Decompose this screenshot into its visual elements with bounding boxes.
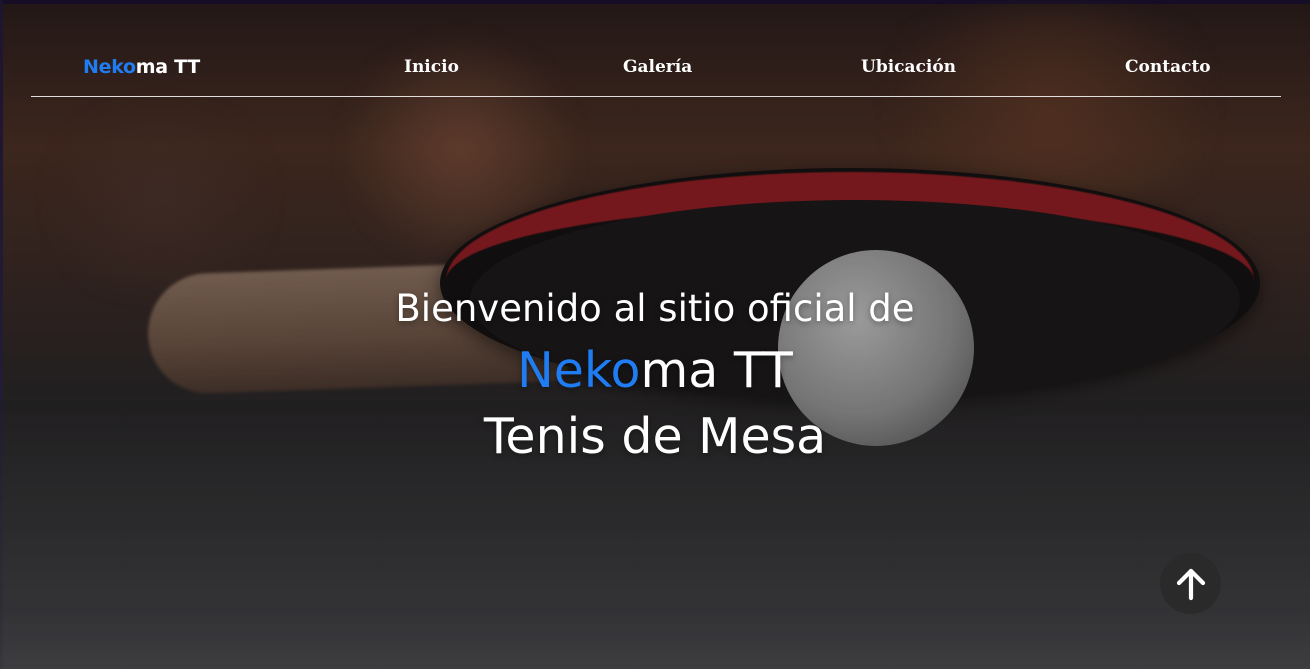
brand-logo[interactable]: Nekoma TT: [83, 56, 200, 78]
nav-link-ubicacion[interactable]: Ubicación: [861, 57, 956, 77]
brand-rest-text: ma TT: [135, 56, 200, 78]
nav-link-galeria[interactable]: Galería: [623, 57, 692, 77]
hero-club-name: Nekoma TT: [0, 338, 1310, 404]
brand-accent-text: Neko: [83, 56, 136, 78]
nav-link-inicio[interactable]: Inicio: [404, 57, 459, 77]
hero-section: Nekoma TT Inicio Galería Ubicación Conta…: [0, 0, 1310, 669]
hero-club-name-accent: Neko: [517, 342, 641, 399]
nav-link-contacto[interactable]: Contacto: [1125, 57, 1211, 77]
hero-club-name-rest: ma TT: [640, 342, 793, 399]
navbar: Nekoma TT Inicio Galería Ubicación Conta…: [31, 40, 1281, 97]
hero-subtitle: Tenis de Mesa: [483, 408, 827, 465]
scroll-to-top-button[interactable]: [1160, 553, 1221, 614]
hero-welcome-text: Bienvenido al sitio oficial de: [395, 287, 915, 330]
hero-heading: Bienvenido al sitio oficial de Nekoma TT…: [0, 280, 1310, 470]
arrow-up-icon: [1176, 568, 1205, 600]
